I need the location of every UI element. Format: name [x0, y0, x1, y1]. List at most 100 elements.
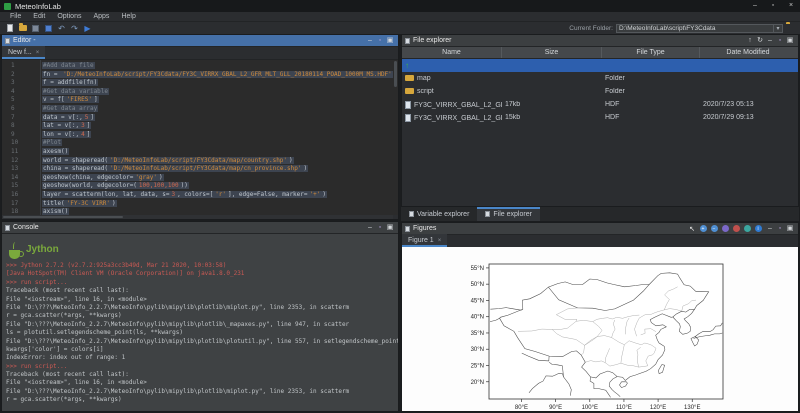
current-folder-combobox[interactable]: D:\MeteoInfoLab\script\FY3Cdata	[616, 24, 774, 33]
column-header-date-modified[interactable]: Date Modified	[700, 47, 796, 58]
file-row[interactable]: mapFolder	[402, 72, 798, 85]
console-output[interactable]: Jython >>> Jython 2.7.2 (v2.7.2:925a3cc3…	[2, 234, 398, 411]
file-explorer-panel-header: File explorer ↑ ↻ – ▫ ▣	[402, 35, 798, 47]
console-panel: Console – ▫ ▣ Jython >>> Jython 2.7.2 (v…	[1, 221, 399, 412]
tab-figure-1[interactable]: Figure 1 ×	[402, 234, 447, 247]
full-extent-icon[interactable]	[731, 224, 741, 233]
line-number: 7	[2, 114, 32, 123]
run-script-icon[interactable]: ▶	[82, 23, 93, 33]
editor-panel-header: Editor - – ▫ ▣	[2, 35, 398, 47]
column-header-file-type[interactable]: File Type	[602, 47, 700, 58]
code-line: 8lat = v[:,3]	[2, 122, 398, 131]
tab-close-icon[interactable]: ×	[36, 50, 40, 56]
editor-tab-bar: New f... ×	[2, 47, 398, 60]
menu-help[interactable]: Help	[115, 13, 141, 20]
figure-canvas-area[interactable]: 80°E90°E100°E110°E120°E130°E55°N50°N45°N…	[402, 247, 798, 411]
editor-horizontal-scrollbar[interactable]	[2, 215, 393, 219]
code-line: 6#Get data array	[2, 105, 398, 114]
editor-maximize-icon[interactable]: ▣	[385, 35, 395, 46]
select-cursor-icon[interactable]: ↖	[687, 224, 697, 233]
svg-text:50°N: 50°N	[471, 282, 484, 288]
line-number: 12	[2, 157, 32, 166]
file-row[interactable]: FY3C_VIRRX_GBAL_L2_GFR_MLT_GL...17kbHDF2…	[402, 98, 798, 111]
window-close-icon[interactable]: ×	[782, 0, 800, 12]
file-name-cell: script	[402, 88, 502, 95]
console-line: File "D:\???\MeteoInfo_2.2.7\MeteoInfo\p…	[6, 304, 398, 312]
code-text: title('FY-3C VIRR')	[42, 200, 117, 209]
console-line: IndexError: index out of range: 1	[6, 354, 398, 362]
code-text: f = addfile(fn)	[42, 79, 98, 88]
file-icon	[405, 114, 411, 122]
save-icon[interactable]	[30, 23, 41, 33]
menu-file[interactable]: File	[4, 13, 27, 20]
code-line: 15geoshow(world, edgecolor=(100,100,100)…	[2, 182, 398, 191]
code-line: 18axism()	[2, 208, 398, 215]
line-number: 3	[2, 79, 32, 88]
line-number: 4	[2, 88, 32, 97]
console-panel-title: Console	[13, 224, 39, 231]
current-folder-dropdown-icon[interactable]: ▾	[774, 24, 783, 33]
tab-file-explorer[interactable]: File explorer	[477, 207, 540, 221]
window-maximize-icon[interactable]: ▫	[764, 0, 782, 12]
figure-tab-close-icon[interactable]: ×	[438, 238, 442, 244]
file-date-cell: 2020/7/23 05:13	[700, 101, 796, 108]
pan-icon[interactable]	[720, 224, 730, 233]
svg-text:20°N: 20°N	[471, 380, 484, 386]
svg-text:110°E: 110°E	[616, 405, 632, 411]
file-explorer-panel-title: File explorer	[413, 37, 452, 44]
code-text: geoshow(china, edgecolor='gray')	[42, 174, 164, 183]
redo-icon[interactable]: ↷	[69, 23, 80, 33]
file-type-cell: Folder	[602, 88, 700, 95]
line-number: 11	[2, 148, 32, 157]
code-area[interactable]: 1#Add data file2fn = 'D:/MeteoInfoLab/sc…	[2, 60, 398, 215]
browse-folder-icon[interactable]	[786, 24, 796, 32]
console-line: File "<iostream>", line 16, in <module>	[6, 379, 398, 387]
console-line: ls = plotutil.setlegendscheme_point(ls, …	[6, 329, 398, 337]
column-header-size[interactable]: Size	[502, 47, 602, 58]
open-file-icon[interactable]	[17, 23, 28, 33]
console-maximize-icon[interactable]: ▣	[385, 222, 395, 233]
svg-text:120°E: 120°E	[650, 405, 666, 411]
editor-minimize-icon[interactable]: –	[365, 35, 375, 46]
line-number: 14	[2, 174, 32, 183]
file-explorer-maximize-icon[interactable]: ▣	[785, 35, 795, 46]
code-line: 5v = f['FIRES']	[2, 96, 398, 105]
refresh-icon[interactable]: ↻	[755, 35, 765, 46]
file-row[interactable]: ↑	[402, 59, 798, 72]
console-float-icon[interactable]: ▫	[375, 222, 385, 233]
menu-apps[interactable]: Apps	[87, 13, 115, 20]
line-number: 2	[2, 71, 32, 80]
editor-vertical-scrollbar[interactable]	[393, 60, 398, 215]
menu-options[interactable]: Options	[51, 13, 87, 20]
figures-float-icon[interactable]: ▫	[775, 223, 785, 234]
figures-minimize-icon[interactable]: –	[765, 223, 775, 234]
editor-float-icon[interactable]: ▫	[375, 35, 385, 46]
folder-up-icon[interactable]: ↑	[745, 35, 755, 46]
title-bar: MeteoInfoLab – ▫ ×	[0, 0, 800, 12]
info-icon[interactable]: i	[753, 224, 763, 233]
figures-maximize-icon[interactable]: ▣	[785, 223, 795, 234]
zoom-in-icon[interactable]: +	[698, 224, 708, 233]
zoom-out-icon[interactable]: −	[709, 224, 719, 233]
undo-icon[interactable]: ↶	[56, 23, 67, 33]
code-text: #Add data file	[42, 62, 95, 71]
editor-tab-new-file[interactable]: New f... ×	[2, 46, 45, 59]
file-row[interactable]: FY3C_VIRRX_GBAL_L2_GFR_MLT_GL...15kbHDF2…	[402, 111, 798, 124]
file-type-cell: Folder	[602, 75, 700, 82]
new-file-icon[interactable]	[4, 23, 15, 33]
column-header-name[interactable]: Name	[402, 47, 502, 58]
console-minimize-icon[interactable]: –	[365, 222, 375, 233]
file-explorer-minimize-icon[interactable]: –	[765, 35, 775, 46]
file-row[interactable]: script Folder	[402, 85, 798, 98]
svg-text:55°N: 55°N	[471, 266, 484, 272]
map-figure: 80°E90°E100°E110°E120°E130°E55°N50°N45°N…	[402, 247, 798, 411]
menu-edit[interactable]: Edit	[27, 13, 51, 20]
console-line: Traceback (most recent call last):	[6, 287, 398, 295]
console-line: kwargs['color'] = colors[i]	[6, 346, 398, 354]
code-text: #Get data variable	[42, 88, 109, 97]
file-explorer-float-icon[interactable]: ▫	[775, 35, 785, 46]
tab-variable-explorer[interactable]: Variable explorer	[401, 207, 477, 221]
window-minimize-icon[interactable]: –	[746, 0, 764, 12]
globe-icon[interactable]	[742, 224, 752, 233]
save-all-icon[interactable]	[43, 23, 54, 33]
